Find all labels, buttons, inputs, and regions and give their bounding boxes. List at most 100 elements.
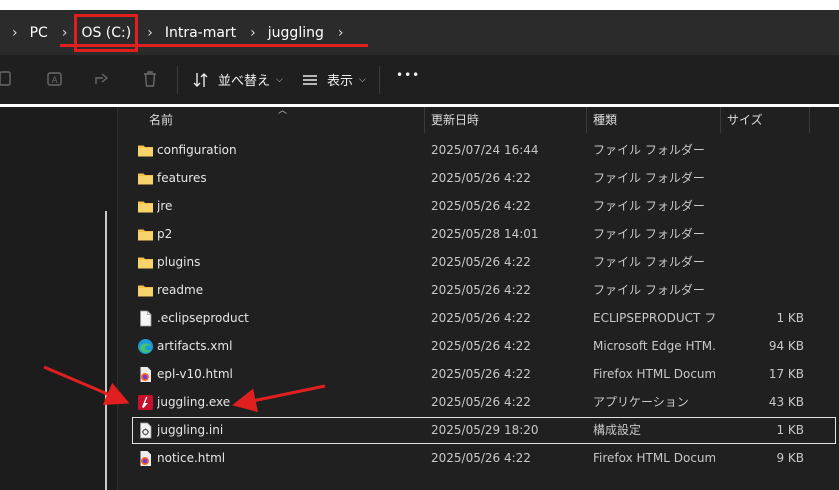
- column-divider[interactable]: [586, 107, 587, 133]
- file-name: .eclipseproduct: [157, 311, 249, 325]
- file-row[interactable]: juggling.ini 2025/05/29 18:20 構成設定 1 KB: [132, 417, 836, 444]
- toolbar-divider: [177, 66, 178, 94]
- file-name: juggling.exe: [157, 395, 231, 409]
- file-type: ファイル フォルダー: [593, 283, 705, 297]
- sort-icon: [193, 72, 208, 87]
- breadcrumb-item-os-c[interactable]: OS (C:) ›: [74, 10, 162, 55]
- file-row[interactable]: epl-v10.html 2025/05/26 4:22 Firefox HTML …: [132, 361, 836, 388]
- chevron-right-icon: ›: [337, 24, 344, 41]
- file-type: Firefox HTML Docum...: [593, 367, 715, 381]
- file-row[interactable]: jre 2025/05/26 4:22 ファイル フォルダー: [132, 193, 836, 220]
- folder-icon: [137, 226, 154, 243]
- file-name: features: [157, 171, 207, 185]
- breadcrumb-item-pc[interactable]: PC ›: [28, 10, 78, 55]
- file-type: ファイル フォルダー: [593, 255, 705, 269]
- file-name: artifacts.xml: [157, 339, 233, 353]
- navigation-pane[interactable]: [0, 107, 118, 490]
- file-size: [722, 249, 804, 276]
- file-date: 2025/05/26 4:22: [431, 367, 531, 381]
- file-name: readme: [157, 283, 204, 297]
- chevron-right-icon: ›: [250, 24, 256, 41]
- file-date: 2025/05/26 4:22: [431, 255, 531, 269]
- pane-divider[interactable]: [117, 107, 118, 490]
- navigation-pane-scrollbar[interactable]: [105, 211, 107, 490]
- firefox-icon: [137, 366, 154, 383]
- file-row[interactable]: artifacts.xml 2025/05/26 4:22 Microsoft Ed…: [132, 333, 836, 360]
- file-size: [722, 277, 804, 304]
- column-divider[interactable]: [809, 107, 810, 133]
- file-type: Firefox HTML Docum...: [593, 451, 715, 465]
- column-header-type[interactable]: 種類: [593, 107, 617, 133]
- file-row[interactable]: juggling.exe 2025/05/26 4:22 アプリケーション 43 KB: [132, 389, 836, 416]
- column-header-size[interactable]: サイズ: [727, 107, 763, 133]
- file-type: アプリケーション: [593, 395, 689, 409]
- file-date: 2025/05/26 4:22: [431, 283, 531, 297]
- breadcrumb-label: juggling: [267, 24, 324, 41]
- copy-icon[interactable]: [0, 69, 16, 89]
- file-date: 2025/05/26 4:22: [431, 339, 531, 353]
- file-row[interactable]: .eclipseproduct 2025/05/26 4:22 ECLIPSEPRO…: [132, 305, 836, 332]
- chevron-right-icon: ›: [147, 24, 153, 41]
- file-type: ファイル フォルダー: [593, 199, 705, 213]
- toolbar-divider: [379, 66, 380, 94]
- file-type: ファイル フォルダー: [593, 171, 705, 185]
- column-header-row: ︿ 名前 更新日時 種類 サイズ: [118, 106, 839, 133]
- file-row[interactable]: configuration 2025/07/24 16:44 ファイル フォルダー: [132, 137, 836, 164]
- file-size: 1 KB: [776, 311, 804, 325]
- chevron-down-icon: ⌵: [276, 74, 283, 85]
- file-row[interactable]: plugins 2025/05/26 4:22 ファイル フォルダー: [132, 249, 836, 276]
- file-size: [722, 193, 804, 220]
- file-type: Microsoft Edge HTM...: [593, 339, 715, 353]
- file-size: 9 KB: [776, 451, 804, 465]
- breadcrumb-label: PC: [29, 24, 48, 41]
- delete-icon[interactable]: [140, 69, 160, 89]
- file-name: configuration: [157, 143, 237, 157]
- window-top-strip: [0, 0, 839, 10]
- breadcrumb-root-chevron[interactable]: ›: [0, 10, 28, 55]
- breadcrumb-label: Intra-mart: [164, 24, 237, 41]
- file-date: 2025/05/26 4:22: [431, 199, 531, 213]
- column-header-date[interactable]: 更新日時: [431, 107, 479, 133]
- file-date: 2025/05/29 18:20: [431, 423, 539, 437]
- file-size: [722, 137, 804, 164]
- view-label: 表示: [327, 74, 354, 89]
- file-row[interactable]: readme 2025/05/26 4:22 ファイル フォルダー: [132, 277, 836, 304]
- column-header-name[interactable]: 名前: [149, 107, 173, 133]
- file-size: 43 KB: [768, 395, 804, 409]
- chevron-down-icon: ⌵: [359, 74, 366, 85]
- column-divider[interactable]: [424, 107, 425, 133]
- breadcrumb-item-intra-mart[interactable]: Intra-mart ›: [163, 10, 266, 55]
- file-row[interactable]: notice.html 2025/05/26 4:22 Firefox HTML D…: [132, 445, 836, 472]
- view-button[interactable]: 表示 ⌵: [301, 70, 366, 89]
- view-icon: [303, 74, 317, 85]
- address-bar[interactable]: › PC › OS (C:) › Intra-mart › juggling ›: [0, 10, 839, 55]
- file-size: [722, 165, 804, 192]
- firefox-icon: [137, 450, 154, 467]
- file-name: plugins: [157, 255, 201, 269]
- file-row[interactable]: features 2025/05/26 4:22 ファイル フォルダー: [132, 165, 836, 192]
- rename-icon[interactable]: A: [45, 69, 65, 89]
- more-options-button[interactable]: •••: [396, 68, 420, 82]
- column-divider[interactable]: [720, 107, 721, 133]
- breadcrumb-item-juggling[interactable]: juggling ›: [266, 10, 354, 55]
- exe-icon: [137, 394, 154, 411]
- share-icon[interactable]: [92, 69, 112, 89]
- file-size: 1 KB: [776, 423, 804, 437]
- file-icon: [137, 310, 154, 327]
- chevron-right-icon: ›: [61, 24, 68, 41]
- file-date: 2025/05/26 4:22: [431, 451, 531, 465]
- chevron-right-icon: ›: [12, 24, 18, 41]
- file-name: notice.html: [157, 451, 226, 465]
- file-type: ECLIPSEPRODUCT ファ...: [593, 311, 715, 325]
- file-size: 17 KB: [768, 367, 804, 381]
- more-icon: •••: [396, 68, 421, 82]
- command-bar: A 並べ替え ⌵ 表示 ⌵ •••: [0, 56, 839, 107]
- sort-button[interactable]: 並べ替え ⌵: [192, 70, 283, 89]
- file-date: 2025/05/26 4:22: [431, 395, 531, 409]
- file-type: ファイル フォルダー: [593, 143, 705, 157]
- file-row[interactable]: p2 2025/05/28 14:01 ファイル フォルダー: [132, 221, 836, 248]
- file-date: 2025/07/24 16:44: [431, 143, 539, 157]
- annotation-underline: [60, 44, 368, 47]
- file-date: 2025/05/26 4:22: [431, 311, 531, 325]
- edge-icon: [137, 338, 154, 355]
